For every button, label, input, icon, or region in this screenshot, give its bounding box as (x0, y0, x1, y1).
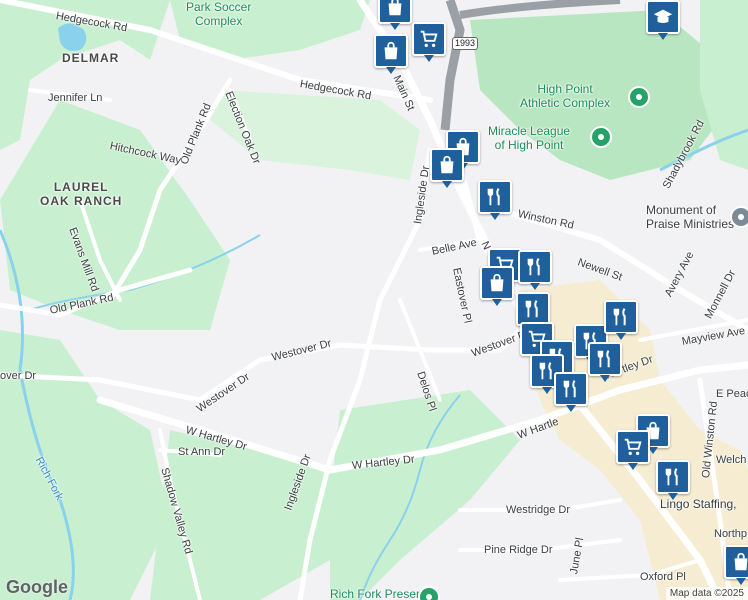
route-shield: 1993 (452, 37, 479, 50)
poi-monument-of-praise[interactable]: Monument of Praise Ministries (646, 203, 734, 231)
map-canvas[interactable]: 1993 DELMAR LAUREL OAK RANCH Park Soccer… (0, 0, 748, 600)
road-label-e-peace: E Peac (716, 388, 748, 400)
road-label-pine-ridge-dr: Pine Ridge Dr (484, 544, 553, 556)
restaurant-marker-icon[interactable] (518, 250, 552, 290)
highway-ramp (459, 0, 621, 19)
poi-miracle-league[interactable]: Miracle League of High Point (488, 124, 570, 152)
restaurant-marker-icon[interactable] (588, 342, 622, 382)
restaurant-marker-icon[interactable] (554, 372, 588, 412)
school-marker-icon[interactable] (646, 0, 680, 40)
road-label-westridge-dr: Westridge Dr (506, 504, 570, 516)
shopping-marker-icon[interactable] (374, 34, 408, 74)
area-label-delmar: DELMAR (62, 51, 120, 65)
road-label-northp: Northp (714, 528, 748, 540)
google-logo: Google (6, 577, 68, 597)
shopping-marker-icon[interactable] (724, 545, 748, 585)
grocery-marker-icon[interactable] (412, 22, 446, 62)
park-pin-icon[interactable] (628, 86, 650, 108)
highway-1993 (440, 0, 465, 131)
road-label-jennifer-ln: Jennifer Ln (48, 92, 103, 104)
poi-park-soccer-complex[interactable]: Park Soccer Complex (186, 0, 251, 28)
church-pin-icon[interactable] (730, 206, 748, 228)
park-pin-icon[interactable] (590, 126, 612, 148)
area-label-laurel-oak-ranch: LAUREL OAK RANCH (40, 180, 123, 208)
park-area-east (700, 0, 748, 170)
shopping-marker-icon[interactable] (378, 0, 412, 30)
park-area-preserve (330, 390, 520, 600)
grocery-marker-icon[interactable] (616, 430, 650, 470)
road-label-st-ann-dr: St Ann Dr (178, 446, 226, 458)
restaurant-marker-icon[interactable] (478, 180, 512, 220)
map-attribution[interactable]: Map data ©2025 (665, 587, 748, 600)
restaurant-marker-icon[interactable] (516, 292, 550, 332)
road-label-oxford-pl: Oxford Pl (640, 571, 686, 583)
restaurant-marker-icon[interactable] (604, 300, 638, 340)
road-label-welch: Welch (716, 454, 747, 466)
shopping-marker-icon[interactable] (430, 148, 464, 188)
road-label-over-dr: over Dr (0, 370, 37, 382)
poi-high-point-athletic-complex[interactable]: High Point Athletic Complex (520, 82, 610, 110)
restaurant-marker-icon[interactable] (656, 460, 690, 500)
shopping-marker-icon[interactable] (480, 266, 514, 306)
